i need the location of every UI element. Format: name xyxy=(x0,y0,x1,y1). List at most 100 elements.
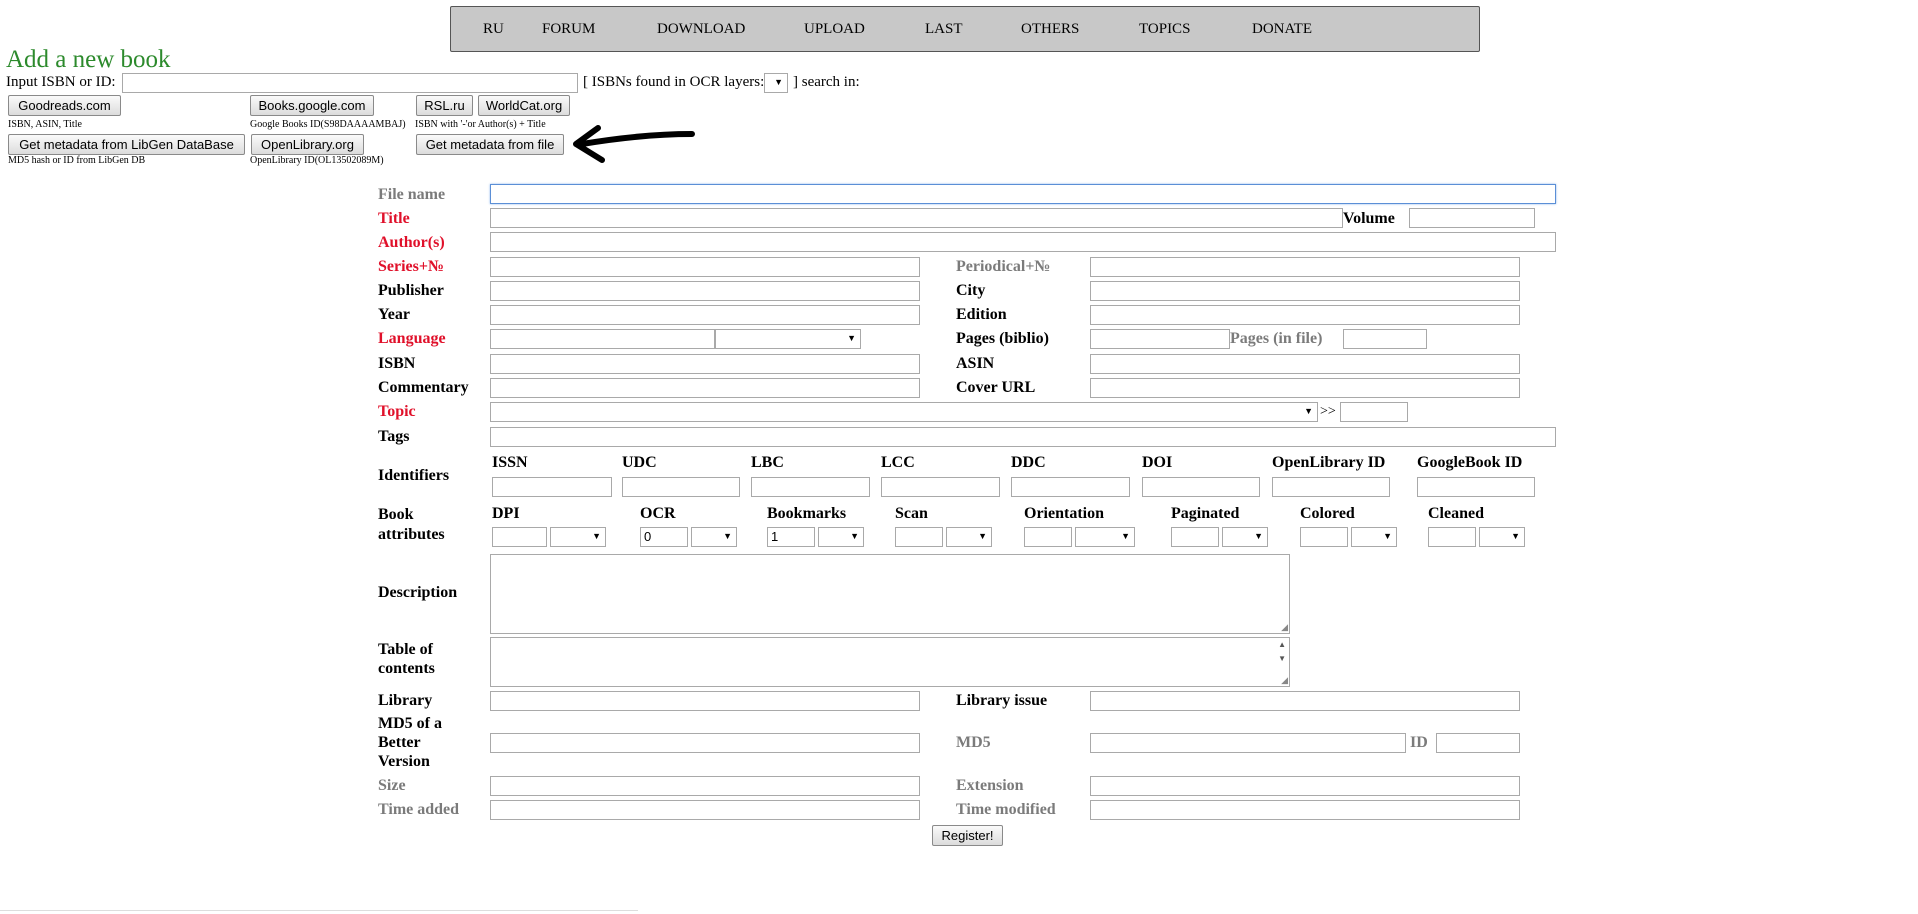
commentary-input[interactable] xyxy=(490,378,920,398)
menu-others[interactable]: OTHERS xyxy=(1021,21,1079,38)
issn-input[interactable] xyxy=(492,477,612,497)
time-modified-input[interactable] xyxy=(1090,800,1520,820)
bookmarks-input[interactable]: 1 xyxy=(767,527,815,547)
cover-url-label: Cover URL xyxy=(956,379,1036,396)
library-input[interactable] xyxy=(490,691,920,711)
libgen-db-button[interactable]: Get metadata from LibGen DataBase xyxy=(8,134,245,155)
topic-select[interactable]: ▼ xyxy=(490,402,1318,422)
ocr-input[interactable]: 0 xyxy=(640,527,688,547)
book-attributes-label-line2: attributes xyxy=(378,526,445,543)
register-button[interactable]: Register! xyxy=(932,825,1003,846)
top-menu: RU FORUM DOWNLOAD UPLOAD LAST OTHERS TOP… xyxy=(450,6,1480,52)
series-label: Series+№ xyxy=(378,258,445,275)
bookmarks-label: Bookmarks xyxy=(767,505,847,522)
time-modified-label: Time modified xyxy=(956,801,1056,818)
authors-input[interactable] xyxy=(490,232,1556,252)
menu-upload[interactable]: UPLOAD xyxy=(804,21,865,38)
toc-textarea[interactable]: ▲ ▼ ◢ xyxy=(490,637,1290,687)
tags-input[interactable] xyxy=(490,427,1556,447)
paginated-label: Paginated xyxy=(1171,505,1240,522)
md5-input[interactable] xyxy=(1090,733,1406,753)
cleaned-input[interactable] xyxy=(1428,527,1476,547)
googlebook-id-label: GoogleBook ID xyxy=(1417,454,1523,471)
library-issue-input[interactable] xyxy=(1090,691,1520,711)
periodical-input[interactable] xyxy=(1090,257,1520,277)
menu-download[interactable]: DOWNLOAD xyxy=(657,21,745,38)
scroll-up-icon[interactable]: ▲ xyxy=(1278,640,1286,649)
language-input[interactable] xyxy=(490,329,715,349)
menu-last[interactable]: LAST xyxy=(925,21,963,38)
scroll-down-icon[interactable]: ▼ xyxy=(1278,654,1286,663)
dpi-select[interactable]: ▼ xyxy=(550,527,606,547)
goodreads-button[interactable]: Goodreads.com xyxy=(8,95,121,116)
libgen-db-hint: MD5 hash or ID from LibGen DB xyxy=(8,155,146,166)
size-input[interactable] xyxy=(490,776,920,796)
scan-select[interactable]: ▼ xyxy=(946,527,992,547)
extension-input[interactable] xyxy=(1090,776,1520,796)
isbn-input-label: Input ISBN or ID: xyxy=(6,74,116,90)
bookmarks-select[interactable]: ▼ xyxy=(818,527,864,547)
orientation-input[interactable] xyxy=(1024,527,1072,547)
menu-ru[interactable]: RU xyxy=(483,21,504,38)
topic-code-input[interactable] xyxy=(1340,402,1408,422)
dpi-input[interactable] xyxy=(492,527,547,547)
openlibrary-button[interactable]: OpenLibrary.org xyxy=(251,134,364,155)
menu-topics[interactable]: TOPICS xyxy=(1139,21,1190,38)
title-label: Title xyxy=(378,210,410,227)
size-label: Size xyxy=(378,777,406,794)
md5-better-label-line1: MD5 of a xyxy=(378,715,442,732)
goodreads-hint: ISBN, ASIN, Title xyxy=(8,119,82,130)
city-input[interactable] xyxy=(1090,281,1520,301)
chevron-down-icon: ▼ xyxy=(847,333,856,343)
paginated-input[interactable] xyxy=(1171,527,1219,547)
udc-input[interactable] xyxy=(622,477,740,497)
metadata-from-file-button[interactable]: Get metadata from file xyxy=(416,134,564,155)
google-books-button[interactable]: Books.google.com xyxy=(250,95,374,116)
tags-label: Tags xyxy=(378,428,410,445)
series-input[interactable] xyxy=(490,257,920,277)
title-input[interactable] xyxy=(490,208,1343,228)
doi-input[interactable] xyxy=(1142,477,1260,497)
scan-input[interactable] xyxy=(895,527,943,547)
file-name-input[interactable] xyxy=(490,184,1556,204)
openlibrary-id-input[interactable] xyxy=(1272,477,1390,497)
isbn-field[interactable] xyxy=(490,354,920,374)
asin-field[interactable] xyxy=(1090,354,1520,374)
lbc-input[interactable] xyxy=(751,477,870,497)
pages-biblio-input[interactable] xyxy=(1090,329,1230,349)
resize-handle-icon[interactable]: ◢ xyxy=(1281,676,1288,685)
file-name-label: File name xyxy=(378,186,446,203)
menu-donate[interactable]: DONATE xyxy=(1252,21,1312,38)
orientation-select[interactable]: ▼ xyxy=(1075,527,1135,547)
edition-input[interactable] xyxy=(1090,305,1520,325)
time-added-input[interactable] xyxy=(490,800,920,820)
cleaned-select[interactable]: ▼ xyxy=(1479,527,1525,547)
colored-input[interactable] xyxy=(1300,527,1348,547)
bottom-divider xyxy=(0,910,638,911)
rsl-button[interactable]: RSL.ru xyxy=(416,95,473,116)
commentary-label: Commentary xyxy=(378,379,469,396)
md5-better-input[interactable] xyxy=(490,733,920,753)
menu-forum[interactable]: FORUM xyxy=(542,21,595,38)
worldcat-button[interactable]: WorldCat.org xyxy=(478,95,570,116)
isbn-id-input[interactable] xyxy=(122,73,578,93)
description-textarea[interactable]: ◢ xyxy=(490,554,1290,634)
colored-select[interactable]: ▼ xyxy=(1351,527,1397,547)
paginated-select[interactable]: ▼ xyxy=(1222,527,1268,547)
cover-url-input[interactable] xyxy=(1090,378,1520,398)
openlibrary-id-label: OpenLibrary ID xyxy=(1272,454,1386,471)
lcc-input[interactable] xyxy=(881,477,1000,497)
language-select[interactable]: ▼ xyxy=(715,329,861,349)
asin-label: ASIN xyxy=(956,355,995,372)
resize-handle-icon[interactable]: ◢ xyxy=(1281,623,1288,632)
chevron-down-icon: ▼ xyxy=(1304,406,1313,416)
id-input[interactable] xyxy=(1436,733,1520,753)
pages-file-input[interactable] xyxy=(1343,329,1427,349)
ocr-isbn-select[interactable]: ▼ xyxy=(764,73,788,93)
ocr-select[interactable]: ▼ xyxy=(691,527,737,547)
volume-input[interactable] xyxy=(1409,208,1535,228)
year-input[interactable] xyxy=(490,305,920,325)
publisher-input[interactable] xyxy=(490,281,920,301)
ddc-input[interactable] xyxy=(1011,477,1130,497)
googlebook-id-input[interactable] xyxy=(1417,477,1535,497)
